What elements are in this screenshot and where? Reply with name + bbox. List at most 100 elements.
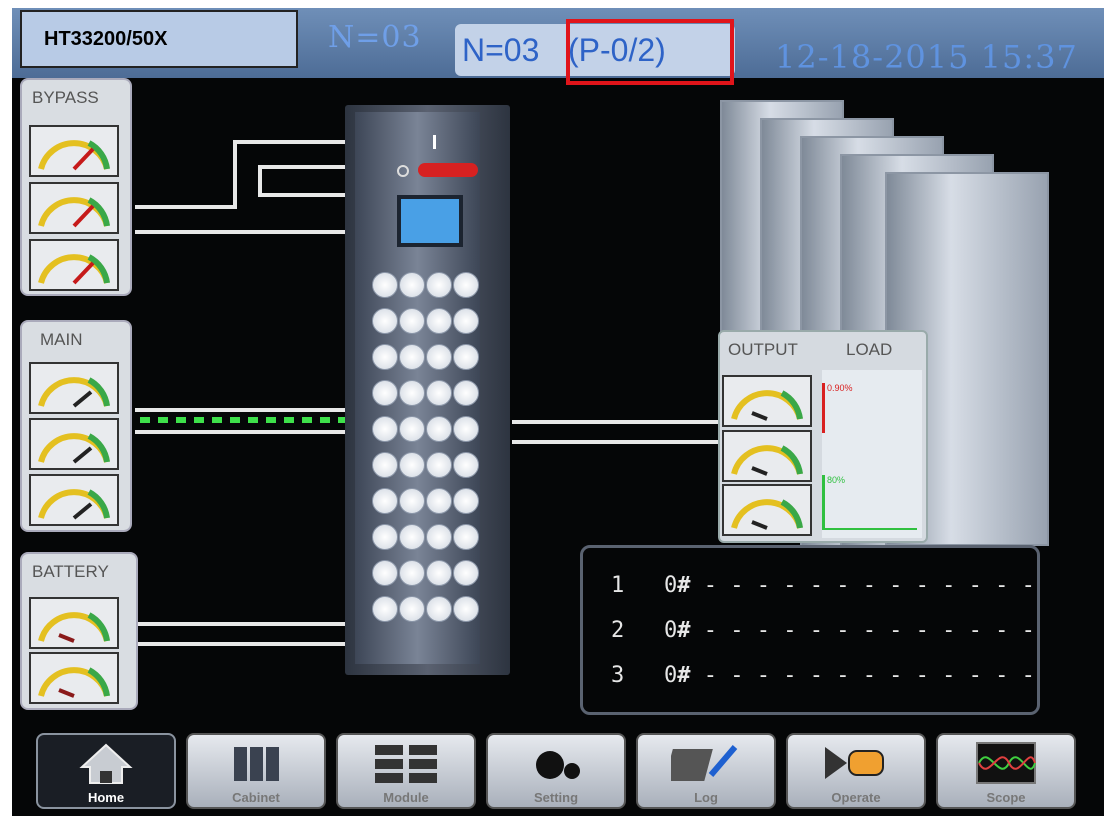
module-fan — [426, 560, 452, 586]
unit-index: 1 — [611, 573, 625, 598]
gear-icon — [536, 751, 580, 779]
bypass-wire-4 — [258, 165, 262, 195]
module-fan — [426, 344, 452, 370]
setting-button[interactable]: Setting — [486, 733, 626, 809]
scope-button[interactable]: Scope — [936, 733, 1076, 809]
bypass-gauge-1[interactable] — [29, 125, 119, 177]
module-fan — [453, 344, 479, 370]
unit-status: - - - - - - - - - - - - - — [703, 618, 1035, 643]
unit-index: 2 — [611, 618, 625, 643]
load-green-marker — [822, 475, 825, 530]
module-fan — [372, 488, 398, 514]
module-fan — [453, 452, 479, 478]
gauge-icon — [38, 612, 110, 643]
main-gauge-3[interactable] — [29, 474, 119, 526]
load-baseline — [825, 528, 917, 530]
unit-hash: # — [677, 618, 691, 643]
module-fan — [453, 416, 479, 442]
module-fan — [399, 560, 425, 586]
gauge-icon — [731, 390, 803, 421]
bypass-gauge-3[interactable] — [29, 239, 119, 291]
module-fan — [399, 272, 425, 298]
main-gauge-1[interactable] — [29, 362, 119, 414]
load-level-chart — [822, 370, 922, 538]
load-top-label: 0.90% — [827, 383, 853, 393]
switch-indicator — [433, 135, 436, 149]
hand-pointer-icon — [825, 747, 884, 779]
output-title: OUTPUT — [728, 340, 798, 359]
module-fan — [426, 308, 452, 334]
bypass-wire-5 — [258, 165, 345, 169]
main-gauge-2[interactable] — [29, 418, 119, 470]
main-wire-active — [140, 417, 345, 423]
battery-title: BATTERY — [32, 562, 109, 581]
log-button[interactable]: Log — [636, 733, 776, 809]
module-icon — [375, 745, 437, 783]
gauge-icon — [38, 197, 110, 228]
breaker-switch[interactable] — [418, 163, 478, 177]
oscilloscope-icon — [976, 742, 1036, 784]
gauge-icon — [38, 140, 110, 171]
gauge-icon — [731, 445, 803, 476]
module-fan — [426, 416, 452, 442]
load-bottom-label: 80% — [827, 475, 846, 485]
main-wire-top — [135, 408, 345, 412]
output-gauge-3[interactable] — [722, 484, 812, 536]
module-fan — [372, 452, 398, 478]
module-fan — [399, 308, 425, 334]
cabinet-icon — [234, 747, 279, 781]
module-fan — [453, 380, 479, 406]
module-fan — [453, 488, 479, 514]
home-button[interactable]: Home — [36, 733, 176, 809]
gauge-icon — [38, 489, 110, 520]
header-datetime: 12-18-2015 15:37 — [775, 38, 1078, 76]
scope-label: Scope — [986, 790, 1026, 805]
module-fan — [372, 524, 398, 550]
battery-gauge-1[interactable] — [29, 597, 119, 649]
bypass-gauge-2[interactable] — [29, 182, 119, 234]
bypass-wire-6 — [258, 193, 345, 197]
module-fan — [372, 380, 398, 406]
battery-wire-1 — [138, 622, 345, 626]
operate-label: Operate — [831, 790, 881, 805]
module-fan — [372, 596, 398, 622]
module-fan — [453, 272, 479, 298]
table-row[interactable]: 1 0# - - - - - - - - - - - - - — [611, 573, 1035, 598]
bypass-wire-2 — [233, 140, 237, 209]
log-icon — [671, 745, 738, 781]
output-gauge-2[interactable] — [722, 430, 812, 482]
unit-status: - - - - - - - - - - - - - — [703, 663, 1035, 688]
battery-gauge-2[interactable] — [29, 652, 119, 704]
module-button[interactable]: Module — [336, 733, 476, 809]
gauge-icon — [38, 254, 110, 285]
module-fan — [399, 524, 425, 550]
module-fan — [426, 488, 452, 514]
output-wire-2 — [512, 440, 718, 444]
model-label: HT33200/50X — [20, 10, 298, 68]
table-row[interactable]: 2 0# - - - - - - - - - - - - - — [611, 618, 1035, 643]
gauge-icon — [38, 377, 110, 408]
module-fan — [426, 272, 452, 298]
output-gauge-1[interactable] — [722, 375, 812, 427]
output-wire-1 — [512, 420, 718, 424]
cabinet-button[interactable]: Cabinet — [186, 733, 326, 809]
operate-button[interactable]: Operate — [786, 733, 926, 809]
gauge-icon — [38, 667, 110, 698]
bypass-wire-3 — [233, 140, 345, 144]
table-row[interactable]: 3 0# - - - - - - - - - - - - - — [611, 663, 1035, 688]
gauge-icon — [38, 433, 110, 464]
module-fan — [453, 596, 479, 622]
load-red-marker — [822, 383, 825, 433]
main-title: MAIN — [40, 330, 83, 349]
bypass-wire-7 — [135, 230, 345, 234]
battery-wire-2 — [138, 642, 345, 646]
log-label: Log — [694, 790, 718, 805]
unit-id: 0 — [664, 663, 678, 688]
module-fan — [372, 272, 398, 298]
module-fan — [399, 344, 425, 370]
gauge-icon — [731, 499, 803, 530]
main-wire-bottom — [135, 430, 345, 434]
bypass-wire-1 — [135, 205, 235, 209]
header-n-current: N=03 — [462, 32, 540, 68]
cabinet-display — [397, 195, 463, 247]
